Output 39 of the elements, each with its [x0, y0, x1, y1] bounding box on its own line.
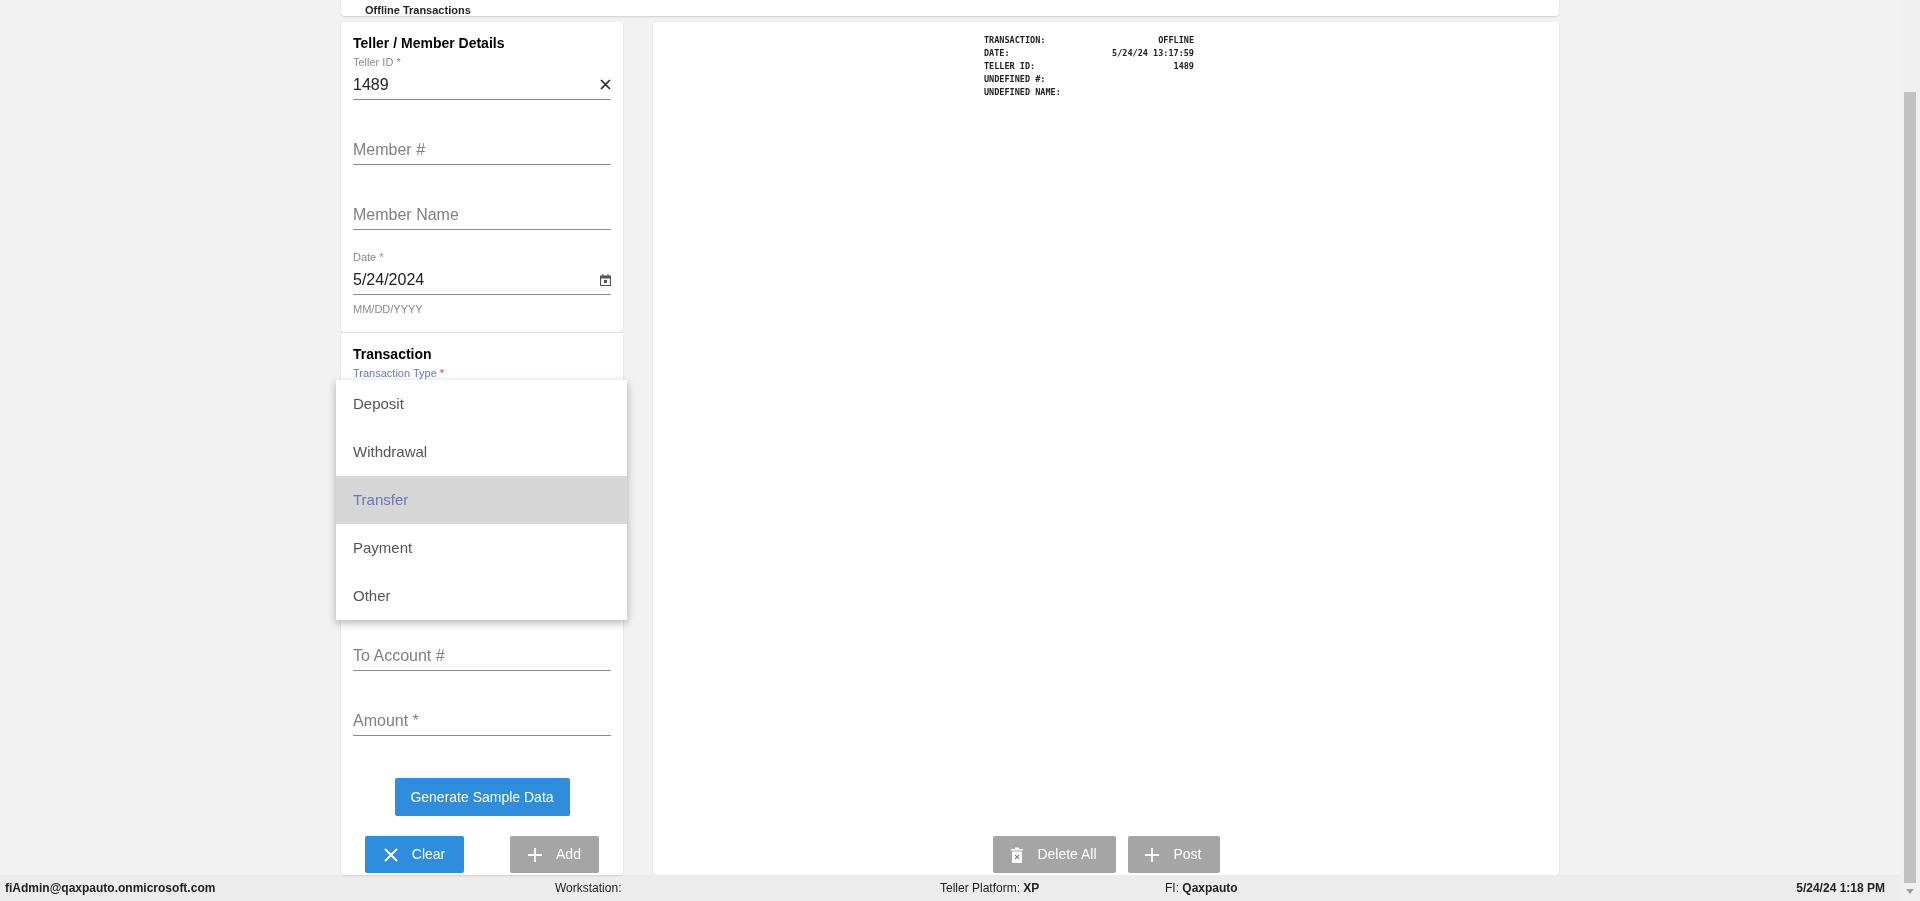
receipt-label: UNDEFINED NAME:	[984, 86, 1061, 99]
clear-button[interactable]: Clear	[365, 836, 464, 873]
receipt-label: UNDEFINED #:	[984, 73, 1046, 86]
receipt-value: 1489	[1173, 60, 1194, 73]
platform-info: Teller Platform: XP	[940, 880, 1041, 897]
receipt-value: 5/24/24 13:17:59	[1112, 47, 1194, 60]
close-icon	[383, 847, 398, 862]
field-label: Transaction Type *	[353, 367, 445, 379]
input-field[interactable]: 5/24/2024	[353, 267, 600, 292]
field-label: Teller ID *	[353, 56, 401, 68]
close-icon[interactable]	[600, 79, 611, 90]
date-time: 5/24/24 1:18 PM	[1796, 880, 1885, 897]
input-field[interactable]: Amount *	[353, 708, 611, 733]
plus-icon	[1145, 847, 1160, 862]
input-field[interactable]: To Account #	[353, 643, 611, 668]
menu-item[interactable]: Withdrawal	[336, 428, 627, 476]
input-field[interactable]: Member Name	[353, 202, 611, 227]
menu-item[interactable]: Payment	[336, 524, 627, 572]
workstation-label: Workstation:	[555, 880, 623, 897]
generate-button[interactable]: Generate Sample Data	[394, 778, 570, 816]
calendar-icon	[600, 273, 611, 286]
section-title: Teller / Member Details	[353, 34, 506, 53]
trash-icon	[1011, 846, 1024, 863]
input-field[interactable]: 1489	[353, 72, 600, 97]
field-label: Date *	[353, 251, 384, 263]
receipt-value: OFFLINE	[1158, 34, 1194, 47]
menu-item[interactable]: Other	[336, 572, 627, 620]
menu-item[interactable]: Deposit	[336, 380, 627, 428]
plus-icon	[528, 847, 543, 862]
scroll-down-icon[interactable]	[1906, 889, 1914, 895]
field-hint: MM/DD/YYYY	[353, 302, 424, 317]
receipt-label: TRANSACTION:	[984, 34, 1046, 47]
user-email: fiAdmin@qaxpauto.onmicrosoft.com	[5, 880, 217, 897]
section-title: Transaction	[353, 345, 433, 364]
input-field[interactable]: Member #	[353, 137, 611, 162]
page-title: Offline Transactions	[365, 4, 471, 16]
receipt-label: TELLER ID:	[984, 60, 1036, 73]
receipt-label: DATE:	[984, 47, 1010, 60]
fi-info: FI: Qaxpauto	[1165, 880, 1239, 897]
